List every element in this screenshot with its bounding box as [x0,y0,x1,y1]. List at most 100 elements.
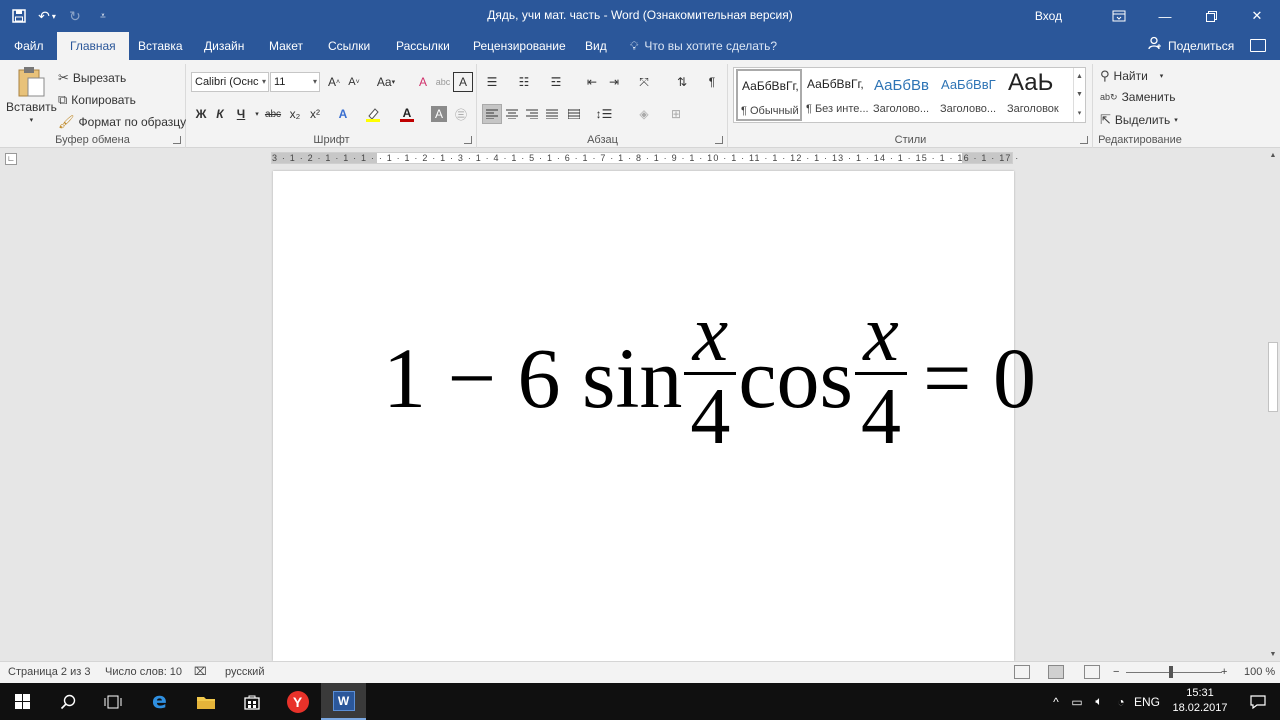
chevron-up-icon[interactable]: ▲ [1076,73,1083,80]
sign-in-link[interactable]: Вход [1035,9,1062,23]
font-size-combo[interactable]: 11 ▾ [270,72,320,92]
language-switcher[interactable]: ENG [1132,695,1162,709]
subscript-button[interactable]: x₂ [285,104,305,124]
highlight-icon[interactable] [363,104,383,124]
minimize-icon[interactable]: — [1142,0,1188,32]
style-heading-2[interactable]: АаБбВвГ Заголово... [937,69,1003,121]
cut-button[interactable]: ✂ Вырезать [58,70,126,86]
redo-icon[interactable]: ↻ [66,5,84,27]
tab-mailings[interactable]: Рассылки [396,32,450,60]
font-launcher-icon[interactable] [464,136,472,144]
start-button[interactable] [0,683,45,720]
zoom-slider-track[interactable] [1126,672,1222,673]
vertical-scrollbar[interactable]: ▲ ▼ [1266,148,1280,661]
zoom-out-icon[interactable]: − [1113,662,1119,683]
bullets-icon[interactable]: ☰ [482,72,502,92]
comments-icon[interactable] [1250,39,1266,52]
task-view-icon[interactable] [90,683,135,720]
proofing-icon[interactable]: ⌧ [194,662,207,683]
select-button[interactable]: ⇱ Выделить ▾ [1100,112,1178,128]
ribbon-display-options-icon[interactable] [1096,0,1142,32]
tab-selector[interactable]: ∟ [5,153,17,165]
save-icon[interactable] [10,5,28,27]
paste-button[interactable]: Вставить ▾ [6,66,57,124]
find-button[interactable]: ⚲ Найти ▾ [1100,68,1163,84]
change-case-button[interactable]: Aa ▾ [371,72,401,92]
multilevel-list-icon[interactable]: ☲ [546,72,566,92]
read-mode-icon[interactable] [1014,665,1030,679]
tab-design[interactable]: Дизайн [204,32,244,60]
text-effects-icon[interactable]: A [333,104,353,124]
tab-review[interactable]: Рецензирование [473,32,566,60]
battery-icon[interactable]: ▭ [1066,695,1088,709]
page-count[interactable]: Страница 2 из 3 [8,662,90,683]
show-formatting-icon[interactable]: ¶ [702,72,722,92]
tab-insert[interactable]: Вставка [138,32,183,60]
sort-icon[interactable]: ⇅ [672,72,692,92]
increase-indent-icon[interactable]: ⇥ [604,72,624,92]
word-taskbar-icon[interactable]: W [321,683,366,720]
bold-button[interactable]: Ж [191,104,211,124]
web-layout-icon[interactable] [1084,665,1100,679]
enclose-characters-icon[interactable]: ㊂ [451,104,471,124]
paste-dropdown-icon[interactable]: ▾ [30,116,34,124]
tab-references[interactable]: Ссылки [328,32,370,60]
style-normal[interactable]: АаБбВвГг, ¶ Обычный [736,69,802,121]
align-center-icon[interactable] [502,104,522,124]
distributed-icon[interactable] [564,104,584,124]
file-explorer-icon[interactable] [183,683,228,720]
close-icon[interactable]: ✕ [1234,0,1280,32]
superscript-button[interactable]: x² [305,104,325,124]
undo-icon[interactable]: ↶ ▾ [38,5,56,27]
replace-button[interactable]: ab↻ Заменить [1100,90,1176,104]
customize-qat-icon[interactable]: ⩡ [94,5,112,27]
horizontal-ruler[interactable]: 3 · 1 · 2 · 1 · 1 · 1 · · 1 · 1 · 2 · 1 … [271,152,1018,164]
font-color-icon[interactable]: A [397,104,417,124]
tab-home[interactable]: Главная [57,32,129,60]
word-count[interactable]: Число слов: 10 [105,662,182,683]
align-right-icon[interactable] [522,104,542,124]
zoom-slider-thumb[interactable] [1169,666,1173,678]
print-layout-icon[interactable] [1048,665,1064,679]
character-shading-icon[interactable]: A [431,106,447,122]
tell-me-box[interactable]: 💡︎ Что вы хотите сделать? [630,32,777,60]
edge-icon[interactable]: e [137,683,182,720]
zoom-in-icon[interactable]: + [1221,662,1227,683]
scroll-down-icon[interactable]: ▼ [1266,647,1280,661]
store-icon[interactable] [229,683,274,720]
restore-icon[interactable] [1188,0,1234,32]
tab-view[interactable]: Вид [585,32,607,60]
volume-icon[interactable]: 🔈︎ [1088,694,1110,709]
shrink-font-icon[interactable]: A ˅ [344,72,364,92]
line-spacing-icon[interactable]: ↕☰ [594,104,614,124]
shading-icon[interactable]: ◈ [634,104,654,124]
document-page[interactable]: 1 − 6 sin x 4 cos x 4 = 0 [273,171,1036,661]
format-painter-button[interactable]: 🖌︎ Формат по образцу [58,114,186,130]
clear-formatting-icon[interactable]: A [413,72,433,92]
paragraph-launcher-icon[interactable] [715,136,723,144]
scroll-thumb[interactable] [1268,342,1278,412]
character-border-icon[interactable]: A [453,72,473,92]
styles-launcher-icon[interactable] [1080,136,1088,144]
justify-icon[interactable] [542,104,562,124]
tab-file[interactable]: Файл [14,32,44,60]
equation[interactable]: 1 − 6 sin x 4 cos x 4 = 0 [383,294,1036,459]
style-title[interactable]: АаЬ Заголовок [1004,69,1070,121]
style-heading-1[interactable]: АаБбВв Заголово... [870,69,936,121]
align-left-icon[interactable] [482,104,502,124]
strikethrough-button[interactable]: abc [263,104,283,124]
phonetic-guide-icon[interactable]: abc [433,72,453,92]
clipboard-launcher-icon[interactable] [173,136,181,144]
chevron-down-icon[interactable]: ▼ [1076,91,1083,98]
decrease-indent-icon[interactable]: ⇤ [582,72,602,92]
tab-layout[interactable]: Макет [269,32,303,60]
scroll-up-icon[interactable]: ▲ [1266,148,1280,162]
asian-layout-icon[interactable]: ⤧ [634,72,654,92]
clock[interactable]: 15:31 18.02.2017 [1172,686,1228,716]
styles-scroll[interactable]: ▲ ▼ ▾ [1073,68,1085,122]
font-name-combo[interactable]: Calibri (Оснс ▾ [191,72,269,92]
search-icon[interactable] [45,683,90,720]
italic-button[interactable]: К [210,104,230,124]
language-indicator[interactable]: русский [225,662,264,683]
yandex-browser-icon[interactable]: Y [275,683,320,720]
